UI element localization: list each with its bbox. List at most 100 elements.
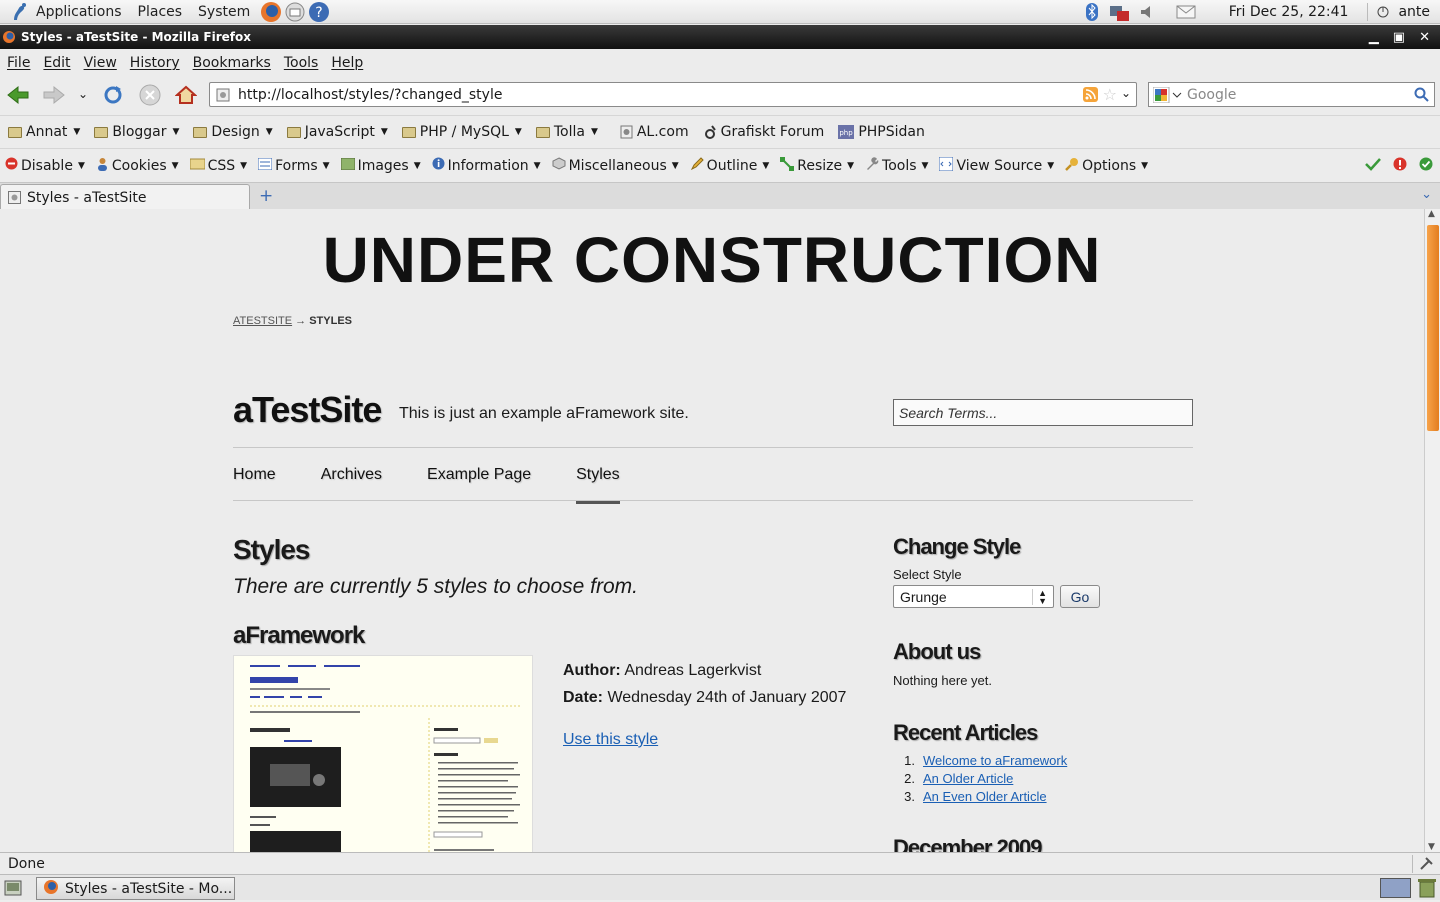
options-key-icon	[1065, 157, 1079, 175]
workspace-switcher[interactable]	[1380, 878, 1411, 898]
menu-bookmarks[interactable]: Bookmarks	[186, 55, 277, 71]
bookmark-folder-tolla[interactable]: Tolla ▼	[530, 124, 604, 140]
user-name[interactable]: ante	[1398, 4, 1430, 20]
url-text[interactable]: http://localhost/styles/?changed_style	[238, 87, 502, 103]
close-window-icon[interactable]: ✕	[1419, 30, 1430, 45]
url-bar[interactable]: http://localhost/styles/?changed_style ☆…	[209, 82, 1137, 107]
power-icon[interactable]	[1377, 6, 1389, 18]
reload-icon[interactable]	[102, 84, 124, 106]
change-style-heading: Change Style	[893, 534, 1021, 559]
go-button[interactable]: Go	[1060, 585, 1100, 608]
bookmark-folder-bloggar[interactable]: Bloggar ▼	[88, 124, 185, 140]
volume-icon[interactable]	[1139, 4, 1155, 20]
site-search-input[interactable]: Search Terms...	[893, 399, 1193, 426]
chevron-down-icon: ▼	[590, 127, 598, 137]
maximize-icon[interactable]: ▣	[1393, 30, 1405, 45]
show-desktop-icon[interactable]	[4, 880, 22, 900]
gnome-foot-icon[interactable]	[10, 2, 28, 22]
use-this-style-link[interactable]: Use this style	[563, 731, 658, 749]
page-icon	[620, 125, 633, 139]
images-icon	[340, 157, 356, 174]
breadcrumb-home-link[interactable]: ATESTSITE	[233, 315, 292, 327]
bookmark-folder-php-mysql[interactable]: PHP / MySQL ▼	[396, 124, 528, 140]
gnome-bottom-panel: Styles - aTestSite - Mo...	[0, 874, 1440, 900]
vertical-scrollbar[interactable]: ▲ ▼	[1424, 209, 1440, 852]
wd-tools[interactable]: Tools ▼	[860, 156, 934, 175]
forward-arrow-icon[interactable]	[42, 85, 66, 105]
page-favicon-icon	[216, 88, 230, 102]
taskbar-firefox-window[interactable]: Styles - aTestSite - Mo...	[36, 877, 235, 900]
bookmark-folder-annat[interactable]: Annat ▼	[2, 124, 86, 140]
bookmark-folder-javascript[interactable]: JavaScript ▼	[281, 124, 394, 140]
tab-styles[interactable]: Styles - aTestSite	[0, 184, 250, 211]
applications-menu[interactable]: Applications	[28, 4, 130, 20]
window-titlebar[interactable]: Styles - aTestSite - Mozilla Firefox ▁ ▣…	[0, 25, 1440, 49]
scrollbar-thumb[interactable]	[1427, 225, 1439, 431]
history-dropdown-icon[interactable]: ⌄	[78, 87, 88, 101]
back-arrow-icon[interactable]	[6, 85, 30, 105]
help-launcher-icon[interactable]: ?	[308, 1, 330, 23]
menu-view[interactable]: View	[77, 55, 123, 71]
wd-resize[interactable]: Resize ▼	[775, 156, 860, 175]
tab-list-chevron-icon[interactable]: ⌄	[1421, 187, 1432, 202]
trash-icon[interactable]	[1418, 878, 1436, 902]
chevron-down-icon: ▼	[533, 160, 541, 171]
firefox-launcher-icon[interactable]	[260, 1, 282, 23]
wd-label: Images	[357, 157, 409, 174]
menu-edit[interactable]: Edit	[36, 55, 76, 71]
js-error-icon[interactable]	[1393, 157, 1407, 175]
clock[interactable]: Fri Dec 25, 22:41	[1229, 4, 1349, 20]
bookmark-al-com[interactable]: AL.com	[614, 124, 695, 140]
window-title: Styles - aTestSite - Mozilla Firefox	[21, 30, 251, 44]
article-link-older[interactable]: An Older Article	[923, 770, 1013, 788]
bluetooth-icon[interactable]	[1085, 2, 1099, 22]
site-title[interactable]: aTestSite	[233, 389, 382, 431]
search-input-placeholder[interactable]: Google	[1187, 87, 1236, 103]
wd-cookies[interactable]: Cookies ▼	[91, 157, 185, 175]
article-link-even-older[interactable]: An Even Older Article	[923, 788, 1047, 806]
nav-styles[interactable]: Styles	[576, 466, 620, 504]
menu-tools[interactable]: Tools	[277, 55, 325, 71]
url-dropdown-icon[interactable]: ⌄	[1121, 86, 1131, 100]
system-menu[interactable]: System	[190, 4, 258, 20]
wd-images[interactable]: Images ▼	[336, 157, 427, 174]
wd-disable[interactable]: Disable ▼	[0, 157, 91, 174]
search-icon[interactable]	[1414, 87, 1430, 103]
search-engine-box[interactable]: Google	[1148, 82, 1435, 107]
wd-css[interactable]: CSS ▼	[185, 158, 253, 174]
bookmark-star-icon[interactable]: ☆	[1103, 85, 1117, 104]
new-tab-plus-icon[interactable]: +	[259, 186, 273, 206]
bookmark-folder-design[interactable]: Design ▼	[187, 124, 278, 140]
nav-home[interactable]: Home	[233, 466, 276, 495]
menu-help[interactable]: Help	[324, 55, 369, 71]
bookmark-phpsidan[interactable]: php PHPSidan	[832, 124, 931, 140]
stop-icon[interactable]	[139, 84, 161, 106]
scroll-down-arrow-icon[interactable]: ▼	[1428, 842, 1435, 852]
nav-example-page[interactable]: Example Page	[427, 466, 531, 495]
places-menu[interactable]: Places	[130, 4, 191, 20]
wd-miscellaneous[interactable]: Miscellaneous ▼	[547, 157, 685, 174]
bookmark-grafiskt-forum[interactable]: Grafiskt Forum	[697, 124, 831, 140]
css-valid-checkmark-icon[interactable]	[1365, 157, 1381, 175]
rss-feed-icon[interactable]	[1083, 87, 1098, 102]
wd-forms[interactable]: Forms ▼	[253, 157, 335, 174]
nav-archives[interactable]: Archives	[321, 466, 382, 495]
menu-file[interactable]: File	[0, 55, 36, 71]
network-icon[interactable]	[1108, 2, 1130, 22]
mail-notification-icon[interactable]	[1176, 5, 1196, 19]
style-select[interactable]: Grunge ▲ ▼	[893, 585, 1054, 608]
scroll-up-arrow-icon[interactable]: ▲	[1428, 209, 1435, 219]
html-valid-icon[interactable]	[1419, 157, 1433, 175]
google-engine-icon[interactable]	[1153, 87, 1183, 103]
wd-options[interactable]: Options ▼	[1060, 157, 1154, 175]
wd-outline[interactable]: Outline ▼	[685, 156, 776, 175]
minimize-icon[interactable]: ▁	[1369, 30, 1379, 45]
wd-information[interactable]: Information ▼	[427, 157, 547, 174]
mail-launcher-icon[interactable]	[284, 1, 306, 23]
wd-view-source[interactable]: View Source ▼	[934, 156, 1060, 175]
menu-history[interactable]: History	[123, 55, 186, 71]
addon-status-icon[interactable]	[1418, 856, 1434, 876]
article-link-welcome[interactable]: Welcome to aFramework	[923, 752, 1067, 770]
home-icon[interactable]	[175, 84, 197, 106]
header-divider	[233, 447, 1193, 448]
